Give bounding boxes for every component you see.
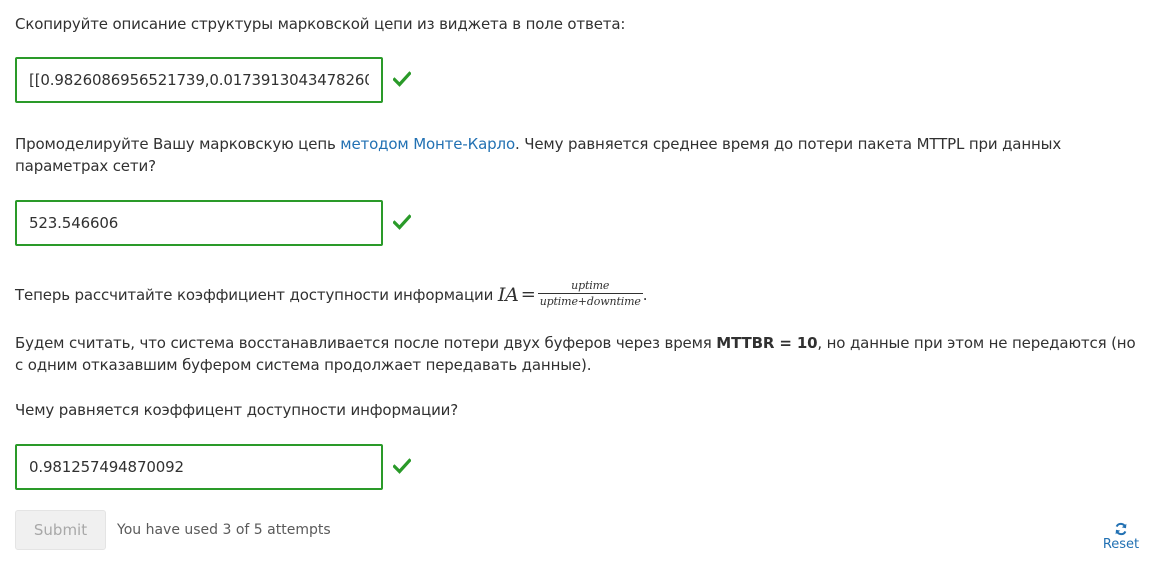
question-2-prompt-start: Промоделируйте Вашу марковскую цепь: [15, 135, 341, 153]
system-description-start: Будем считать, что система восстанавлива…: [15, 334, 717, 352]
question-3-prompt: Чему равняется коэффицент доступности ин…: [15, 401, 459, 419]
formula-period: .: [642, 286, 648, 304]
formula-denominator: uptime+downtime: [539, 295, 641, 308]
system-description: Будем считать, что система восстанавлива…: [15, 332, 1145, 376]
question-3-answer-input[interactable]: [15, 444, 383, 490]
question-2-answer-input[interactable]: [15, 200, 383, 246]
monte-carlo-link[interactable]: методом Монте-Карло: [340, 135, 515, 153]
attempts-counter: You have used 3 of 5 attempts: [117, 522, 331, 538]
formula-lhs: IA: [497, 284, 519, 306]
question-3-intro: Теперь рассчитайте коэффициент доступнос…: [15, 279, 1145, 310]
question-1-prompt: Скопируйте описание структуры марковской…: [15, 15, 626, 33]
refresh-icon: [1115, 522, 1127, 536]
check-icon: [393, 71, 411, 87]
check-icon: [393, 214, 411, 230]
formula-fraction: uptime uptime+downtime: [537, 279, 643, 308]
formula-numerator: uptime: [537, 279, 643, 294]
mttbr-value: MTTBR = 10: [716, 334, 818, 352]
reset-label: Reset: [1102, 537, 1140, 552]
question-2-prompt: Промоделируйте Вашу марковскую цепь мето…: [15, 133, 1145, 177]
check-icon: [393, 458, 411, 474]
question-3-intro-text: Теперь рассчитайте коэффициент доступнос…: [15, 286, 498, 304]
question-1-answer-input[interactable]: [15, 57, 383, 103]
reset-button[interactable]: Reset: [1094, 522, 1148, 552]
submit-button[interactable]: Submit: [15, 510, 106, 550]
formula-equals: =: [520, 284, 536, 305]
